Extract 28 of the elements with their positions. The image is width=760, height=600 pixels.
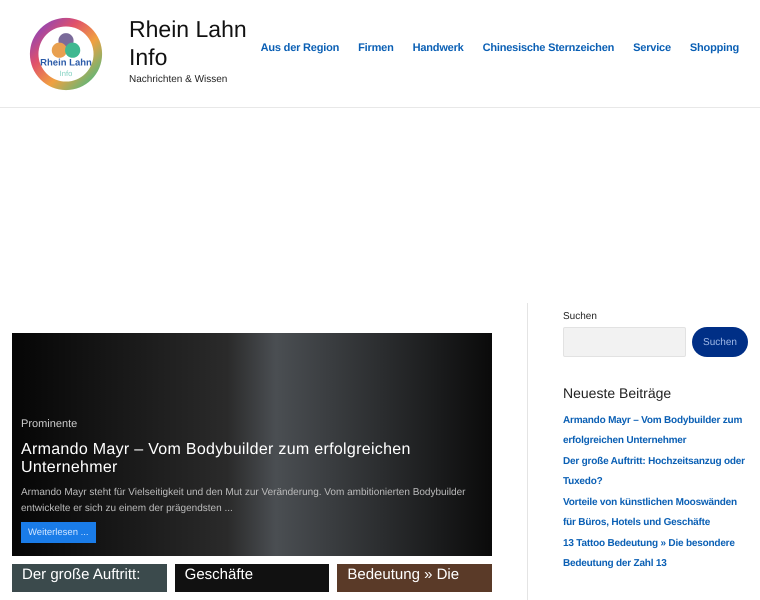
post-title[interactable]: Bedeutung » Die <box>347 566 460 583</box>
post-excerpt: Armando Mayr steht für Vielseitigkeit und den Mut zur Veränderung. Vom ambitionierten Bodybuilder entwickelte er sich zu einem der prägendsten ... <box>21 486 467 516</box>
post-card[interactable]: Geschäfte <box>174 564 330 592</box>
post-title[interactable]: Armando Mayr – Vom Bodybuilder zum erfolgreichen Unternehmer <box>21 441 482 477</box>
nav-link[interactable]: Aus der Region <box>260 42 340 54</box>
nav-link[interactable]: Handwerk <box>412 42 464 54</box>
search-field[interactable] <box>563 327 686 357</box>
nav-link[interactable]: Shopping <box>690 42 739 54</box>
post-title[interactable]: Geschäfte <box>184 566 254 583</box>
nav-link[interactable]: Chinesische Sternzeichen <box>482 42 614 54</box>
site-tagline: Nachrichten & Wissen <box>129 74 228 86</box>
post-card[interactable]: Der große Auftritt: <box>12 564 167 592</box>
recent-post-link[interactable]: Vorteile von künstlichen Mooswänden für Büros, Hotels und Geschäfte <box>563 493 748 533</box>
site-title[interactable]: Rhein Lahn Info <box>129 16 261 72</box>
nav-link[interactable]: Service <box>633 42 671 54</box>
search-button[interactable]: Suchen <box>692 327 748 357</box>
read-more-button[interactable]: Weiterlesen ... <box>21 522 96 543</box>
recent-posts-heading: Neueste Beiträge <box>563 385 672 401</box>
recent-post-link[interactable]: Der große Auftritt: Hochzeitsanzug oder Tuxedo? <box>563 452 748 492</box>
post-card[interactable]: Bedeutung » Die <box>337 564 492 592</box>
featured-post-card[interactable] <box>12 333 492 556</box>
site-logo[interactable]: Rhein Lahn Info <box>28 16 104 92</box>
nav-link[interactable]: Firmen <box>358 42 394 54</box>
recent-post-link[interactable]: 13 Tattoo Bedeutung » Die besondere Bedeutung der Zahl 13 <box>563 534 748 574</box>
post-title[interactable]: Der große Auftritt: <box>22 566 140 583</box>
post-category[interactable]: Prominente <box>21 418 78 430</box>
recent-post-link[interactable]: Armando Mayr – Vom Bodybuilder zum erfolgreichen Unternehmer <box>563 411 748 451</box>
search-label: Suchen <box>563 311 598 322</box>
